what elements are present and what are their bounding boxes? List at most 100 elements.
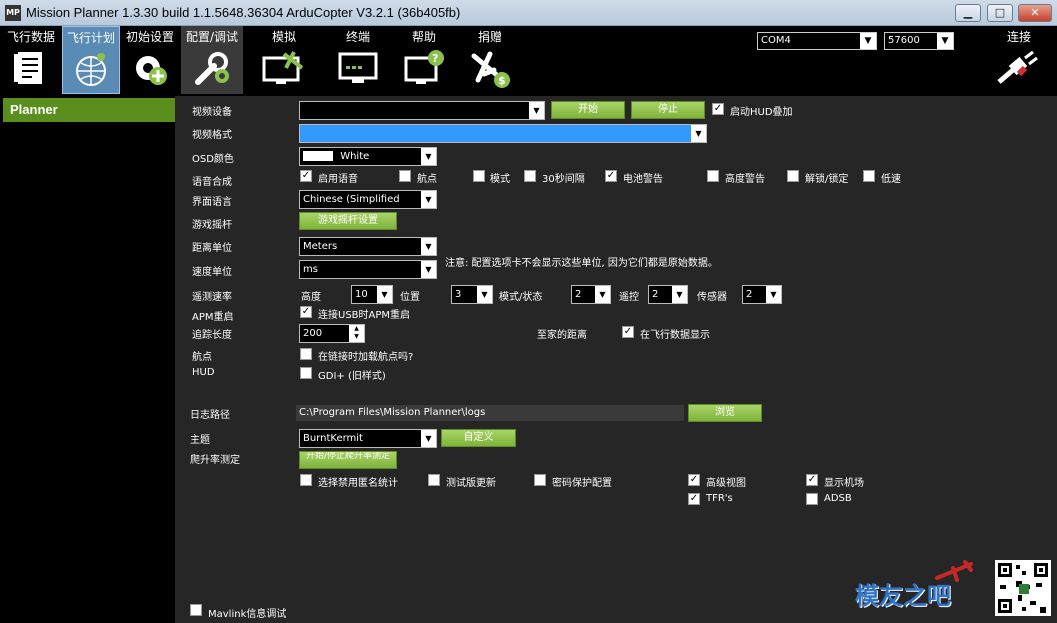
terminal-icon <box>338 52 378 83</box>
speech-altitude-label: 高度警告 <box>725 174 765 185</box>
distance-unit-label: 距离单位 <box>192 243 232 254</box>
menu-initial-setup[interactable]: 初始设置 <box>122 26 178 94</box>
maximize-button[interactable]: □ <box>987 4 1013 22</box>
track-length-input[interactable]: 200 ▲ ▼ <box>299 324 365 343</box>
title-bar: MP Mission Planner 1.3.30 build 1.1.5648… <box>0 0 1057 26</box>
video-format-select[interactable]: ▼ <box>299 124 707 143</box>
hud-overlay-label: 启动HUD叠加 <box>730 107 793 118</box>
log-path-field[interactable]: C:\Program Files\Mission Planner\logs <box>296 405 684 421</box>
port-select[interactable]: COM4 ▼ <box>757 32 877 50</box>
telemetry-altitude-select[interactable]: 10 ▼ <box>351 285 393 304</box>
adsb-checkbox[interactable] <box>806 493 818 505</box>
waypoints-load-checkbox[interactable] <box>300 348 312 360</box>
menu-terminal[interactable]: 终端 <box>330 26 386 94</box>
speech-mode-label: 模式 <box>490 174 510 185</box>
connect-button[interactable]: 连接 <box>990 26 1048 94</box>
speech-arm-checkbox[interactable] <box>787 170 799 182</box>
home-distance-checkbox[interactable]: ✓ <box>622 326 634 338</box>
telemetry-rc-label: 遥控 <box>619 292 639 303</box>
menu-config-tuning[interactable]: 配置/调试 <box>181 26 243 94</box>
theme-value: BurntKermit <box>303 433 363 444</box>
chevron-down-icon: ▼ <box>529 102 544 119</box>
menu-flight-plan[interactable]: 飞行计划 <box>62 26 120 94</box>
color-swatch <box>303 151 333 161</box>
units-note: 注意: 配置选项卡不会显示这些单位, 因为它们都是原始数据。 <box>445 258 718 269</box>
video-start-button[interactable]: 开始 <box>551 101 625 119</box>
home-distance-label: 至家的距离 <box>537 330 587 341</box>
speed-unit-label: 速度单位 <box>192 267 232 278</box>
sidebar-tab-planner[interactable]: Planner <box>3 98 175 122</box>
speech-enable-checkbox[interactable]: ✓ <box>300 170 312 182</box>
main-menu-bar: 飞行数据 飞行计划 初始设置 配置/调试 模拟 终端 帮助 ? 捐赠 $ COM… <box>0 26 1057 96</box>
advanced-view-checkbox[interactable]: ✓ <box>688 474 700 486</box>
speech-interval-label: 30秒间隔 <box>542 174 585 185</box>
close-button[interactable]: ✕ <box>1018 4 1052 22</box>
hud-gdi-checkbox[interactable] <box>300 367 312 379</box>
menu-simulation-label: 模拟 <box>271 30 296 44</box>
waypoints-load-option: 在链接时加载航点吗? <box>318 352 414 363</box>
joystick-setup-button[interactable]: 游戏摇杆设置 <box>299 212 397 230</box>
home-distance-option: 在飞行数据显示 <box>640 330 710 341</box>
distance-unit-select[interactable]: Meters ▼ <box>299 237 437 256</box>
video-device-select[interactable]: ▼ <box>299 101 545 120</box>
chevron-down-icon: ▼ <box>766 286 781 303</box>
connect-label: 连接 <box>1006 30 1031 44</box>
theme-label: 主题 <box>190 435 210 446</box>
baud-value: 57600 <box>888 35 920 46</box>
telemetry-mode-select[interactable]: 2 ▼ <box>571 285 611 304</box>
chevron-down-icon: ▼ <box>672 286 687 303</box>
osd-color-label: OSD颜色 <box>192 154 234 165</box>
menu-flight-data-label: 飞行数据 <box>6 30 55 44</box>
telemetry-mode-label: 模式/状态 <box>499 292 543 303</box>
speech-waypoint-checkbox[interactable] <box>399 170 411 182</box>
speech-altitude-checkbox[interactable] <box>707 170 719 182</box>
ui-language-select[interactable]: Chinese (Simplified ▼ <box>299 190 437 209</box>
beta-updates-label: 测试版更新 <box>446 478 496 489</box>
tfr-checkbox[interactable]: ✓ <box>688 493 700 505</box>
menu-simulation[interactable]: 模拟 <box>252 26 316 94</box>
speech-battery-checkbox[interactable]: ✓ <box>605 170 617 182</box>
theme-select[interactable]: BurntKermit ▼ <box>299 429 437 448</box>
waypoints-label: 航点 <box>192 352 212 363</box>
climb-rate-label: 爬升率测定 <box>190 455 240 466</box>
telemetry-rc-select[interactable]: 2 ▼ <box>648 285 688 304</box>
speech-lowspeed-checkbox[interactable] <box>863 170 875 182</box>
chevron-down-icon: ▼ <box>477 286 492 303</box>
app-logo-icon: MP <box>5 5 21 21</box>
anon-stats-checkbox[interactable] <box>300 474 312 486</box>
anon-stats-label: 选择禁用匿名统计 <box>318 478 398 489</box>
baud-select[interactable]: 57600 ▼ <box>884 32 954 50</box>
telemetry-sensor-select[interactable]: 2 ▼ <box>742 285 782 304</box>
speed-unit-select[interactable]: ms ▼ <box>299 260 437 279</box>
airplane-logo-icon <box>935 560 973 582</box>
beta-updates-checkbox[interactable] <box>428 474 440 486</box>
menu-help[interactable]: 帮助 ? <box>396 26 452 94</box>
speech-mode-checkbox[interactable] <box>473 170 485 182</box>
theme-custom-button[interactable]: 自定义 <box>441 429 516 447</box>
hud-overlay-checkbox[interactable]: ✓ <box>712 103 724 115</box>
password-protect-checkbox[interactable] <box>534 474 546 486</box>
distance-unit-value: Meters <box>303 241 338 252</box>
telemetry-sensor-label: 传感器 <box>697 292 727 303</box>
telemetry-altitude-value: 10 <box>355 289 368 300</box>
minimize-button[interactable]: ▁ <box>955 4 981 22</box>
speech-interval-checkbox[interactable] <box>524 170 536 182</box>
mavlink-debug-checkbox[interactable] <box>190 604 202 616</box>
log-browse-button[interactable]: 浏览 <box>688 404 762 422</box>
video-stop-button[interactable]: 停止 <box>631 101 705 119</box>
osd-color-select[interactable]: White ▼ <box>299 147 437 166</box>
menu-donate[interactable]: 捐赠 $ <box>462 26 518 94</box>
climb-rate-button[interactable]: 开始/停止爬升率测定 <box>299 451 397 469</box>
svg-text:?: ? <box>432 52 438 65</box>
speech-label: 语音合成 <box>192 177 232 188</box>
telemetry-position-select[interactable]: 3 ▼ <box>451 285 493 304</box>
sidebar: Planner <box>0 96 175 623</box>
show-airports-checkbox[interactable]: ✓ <box>806 474 818 486</box>
speech-lowspeed-label: 低速 <box>881 174 901 185</box>
apm-reset-checkbox[interactable]: ✓ <box>300 306 312 318</box>
speech-waypoint-label: 航点 <box>417 174 437 185</box>
password-protect-label: 密码保护配置 <box>552 478 612 489</box>
plug-icon <box>997 50 1038 84</box>
spinner-arrows-icon[interactable]: ▲ ▼ <box>349 325 364 342</box>
menu-flight-data[interactable]: 飞行数据 <box>4 26 58 94</box>
